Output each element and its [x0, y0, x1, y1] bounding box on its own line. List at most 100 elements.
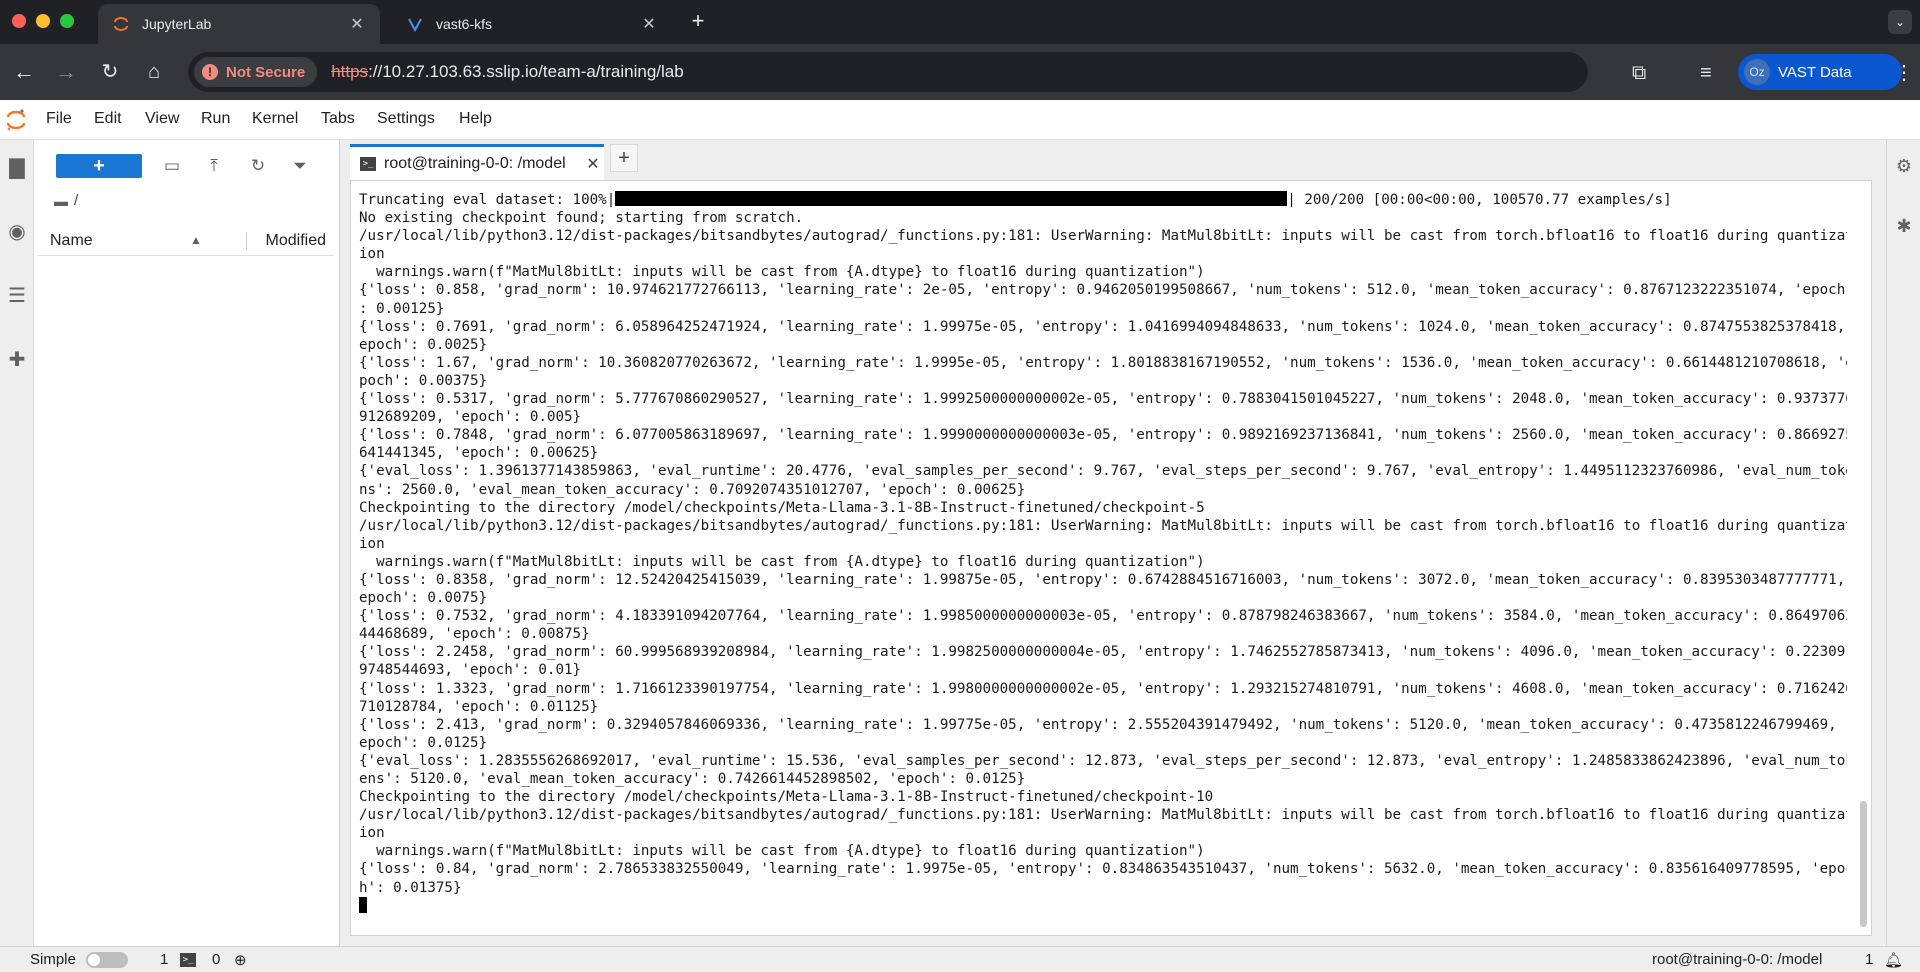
terminal-line: 44468689, 'epoch': 0.00875}	[359, 626, 590, 643]
browser-tab-title: JupyterLab	[142, 16, 212, 32]
home-button[interactable]: ⌂	[140, 58, 168, 86]
terminal-count[interactable]: 1	[160, 951, 168, 968]
column-header-modified[interactable]: Modified	[266, 232, 326, 250]
terminal-line: {'loss': 0.5317, 'grad_norm': 5.77767086…	[359, 391, 1847, 408]
folder-icon[interactable]: ▬	[54, 193, 68, 209]
url-path: ://10.27.103.63.sslip.io/team-a/training…	[368, 62, 684, 81]
terminal-line: {'loss': 2.413, 'grad_norm': 0.329405784…	[359, 716, 1847, 733]
progress-bar	[615, 191, 1288, 206]
terminal-scrollbar[interactable]	[1860, 801, 1867, 927]
new-tab-button[interactable]: +	[684, 8, 712, 36]
terminal-line: 710128784, 'epoch': 0.01125}	[359, 698, 599, 715]
terminal-text: Truncating eval dataset: 100%| | 200/200 …	[359, 191, 1847, 915]
terminal-line: warnings.warn(f"MatMul8bitLt: inputs wil…	[359, 843, 1205, 860]
running-sessions-icon[interactable]: ◉	[5, 220, 29, 244]
close-tab-icon[interactable]: ✕	[348, 14, 366, 34]
terminal-line: ion	[359, 246, 385, 263]
menu-kernel[interactable]: Kernel	[252, 110, 298, 128]
kernel-count[interactable]: 0	[212, 951, 220, 968]
status-bar: Simple 1 >_ 0 ⊕ root@training-0-0: /mode…	[0, 946, 1920, 972]
terminal-line: {'loss': 0.7848, 'grad_norm': 6.07700586…	[359, 427, 1847, 444]
notification-count[interactable]: 1	[1865, 951, 1873, 968]
browser-menu-icon[interactable]: ⋮	[1894, 60, 1914, 85]
reload-button[interactable]: ↻	[96, 58, 124, 86]
menu-edit[interactable]: Edit	[94, 110, 122, 128]
browser-tab-strip: JupyterLab ✕ vast6-kfs ✕ + ⌄	[0, 0, 1920, 44]
close-window-button[interactable]	[12, 14, 26, 28]
menu-help[interactable]: Help	[459, 110, 492, 128]
browser-tab-vast6-kfs[interactable]: vast6-kfs ✕	[392, 4, 672, 44]
menu-view[interactable]: View	[145, 110, 179, 128]
terminal-line: epoch': 0.0025}	[359, 336, 488, 353]
tab-search-button[interactable]: ⌄	[1888, 10, 1912, 34]
terminal-line: h': 0.01375}	[359, 879, 462, 896]
terminal-line: {'loss': 0.7532, 'grad_norm': 4.18339109…	[359, 608, 1847, 625]
property-inspector-icon[interactable]: ⚙	[1892, 154, 1916, 178]
terminal-cursor	[359, 896, 367, 913]
avatar: Oz	[1744, 59, 1770, 85]
jupyterlab-menu-bar: File Edit View Run Kernel Tabs Settings …	[0, 100, 1920, 140]
menu-settings[interactable]: Settings	[377, 110, 435, 128]
tab-terminal[interactable]: >_ root@training-0-0: /model ✕	[350, 144, 604, 180]
terminal-line: 9748544693, 'epoch': 0.01}	[359, 662, 582, 679]
refresh-icon[interactable]: ↻	[246, 154, 270, 178]
terminal-line: /usr/local/lib/python3.12/dist-packages/…	[359, 228, 1847, 245]
terminal-line: {'loss': 2.2458, 'grad_norm': 60.9995689…	[359, 644, 1847, 661]
bell-icon[interactable]: 🔔︎	[1884, 951, 1903, 969]
terminal-line: : 0.00125}	[359, 300, 445, 317]
upload-icon[interactable]: ⤒	[202, 154, 226, 178]
address-bar[interactable]: ! Not Secure https://10.27.103.63.sslip.…	[188, 52, 1778, 92]
new-launcher-button[interactable]: +	[56, 154, 142, 178]
main-dock-area: >_ root@training-0-0: /model ✕ + Truncat…	[340, 140, 1886, 946]
right-activity-bar: ⚙ ✱	[1886, 140, 1920, 946]
simple-mode-toggle[interactable]	[86, 952, 128, 968]
column-divider[interactable]	[246, 232, 247, 250]
terminal-line: {'eval_loss': 1.2835556268692017, 'eval_…	[359, 752, 1847, 769]
security-chip[interactable]: ! Not Secure	[194, 57, 318, 87]
filter-icon[interactable]: ⏷	[288, 154, 312, 178]
terminal-line: {'loss': 1.67, 'grad_norm': 10.360820770…	[359, 354, 1847, 371]
terminal-line: ns': 2560.0, 'eval_mean_token_accuracy':…	[359, 481, 1026, 498]
terminal-line: /usr/local/lib/python3.12/dist-packages/…	[359, 517, 1847, 534]
new-launcher-tab-button[interactable]: +	[610, 144, 638, 172]
menu-file[interactable]: File	[46, 110, 72, 128]
debugger-icon[interactable]: ✱	[1892, 214, 1916, 238]
menu-tabs[interactable]: Tabs	[321, 110, 355, 128]
terminal-icon: >_	[360, 156, 376, 171]
file-list-header: Name ▲ Modified	[38, 228, 334, 256]
warning-icon: !	[202, 64, 218, 80]
terminal-prompt-line	[359, 896, 1847, 915]
back-button[interactable]: ←	[10, 58, 38, 86]
close-tab-icon[interactable]: ✕	[640, 14, 658, 34]
new-folder-icon[interactable]: ▭	[160, 154, 184, 178]
url-scheme: https	[331, 62, 369, 81]
maximize-window-button[interactable]	[60, 14, 74, 28]
close-icon[interactable]: ✕	[582, 154, 604, 174]
folder-icon[interactable]: ▇	[5, 156, 29, 180]
progress-prefix: Truncating eval dataset: 100%|	[359, 192, 616, 208]
sort-ascending-icon[interactable]: ▲	[190, 233, 202, 247]
file-browser-toolbar: + ▭ ⤒ ↻ ⏷	[34, 152, 340, 182]
browser-toolbar: ← → ↻ ⌂ ! Not Secure https://10.27.103.6…	[0, 44, 1920, 100]
terminal-line: warnings.warn(f"MatMul8bitLt: inputs wil…	[359, 264, 1205, 281]
menu-run[interactable]: Run	[201, 110, 230, 128]
browser-tab-jupyterlab[interactable]: JupyterLab ✕	[98, 4, 380, 44]
url-text[interactable]: https://10.27.103.63.sslip.io/team-a/tra…	[331, 62, 684, 82]
column-header-name[interactable]: Name	[50, 232, 93, 250]
terminal-line: warnings.warn(f"MatMul8bitLt: inputs wil…	[359, 553, 1205, 570]
extension-manager-icon[interactable]: ✚	[5, 348, 29, 372]
kernel-status-icon: ⊕	[234, 952, 247, 969]
forward-button[interactable]: →	[52, 58, 80, 86]
terminal-line: ens': 5120.0, 'eval_mean_token_accuracy'…	[359, 771, 1026, 787]
terminal-line: {'loss': 0.84, 'grad_norm': 2.7865338325…	[359, 861, 1847, 878]
breadcrumb-path[interactable]: /	[74, 192, 78, 209]
media-controls-icon[interactable]: ≡	[1700, 62, 1712, 85]
extensions-icon[interactable]: ⧉	[1632, 62, 1646, 85]
terminal-line: ion	[359, 535, 385, 552]
progress-line: Truncating eval dataset: 100%| | 200/200 …	[359, 191, 1847, 209]
minimize-window-button[interactable]	[36, 14, 50, 28]
terminal-line: {'loss': 0.858, 'grad_norm': 10.97462177…	[359, 282, 1847, 299]
terminal-output[interactable]: Truncating eval dataset: 100%| | 200/200 …	[350, 180, 1872, 936]
profile-button[interactable]: Oz VAST Data	[1738, 54, 1902, 90]
table-of-contents-icon[interactable]: ☰	[5, 284, 29, 308]
